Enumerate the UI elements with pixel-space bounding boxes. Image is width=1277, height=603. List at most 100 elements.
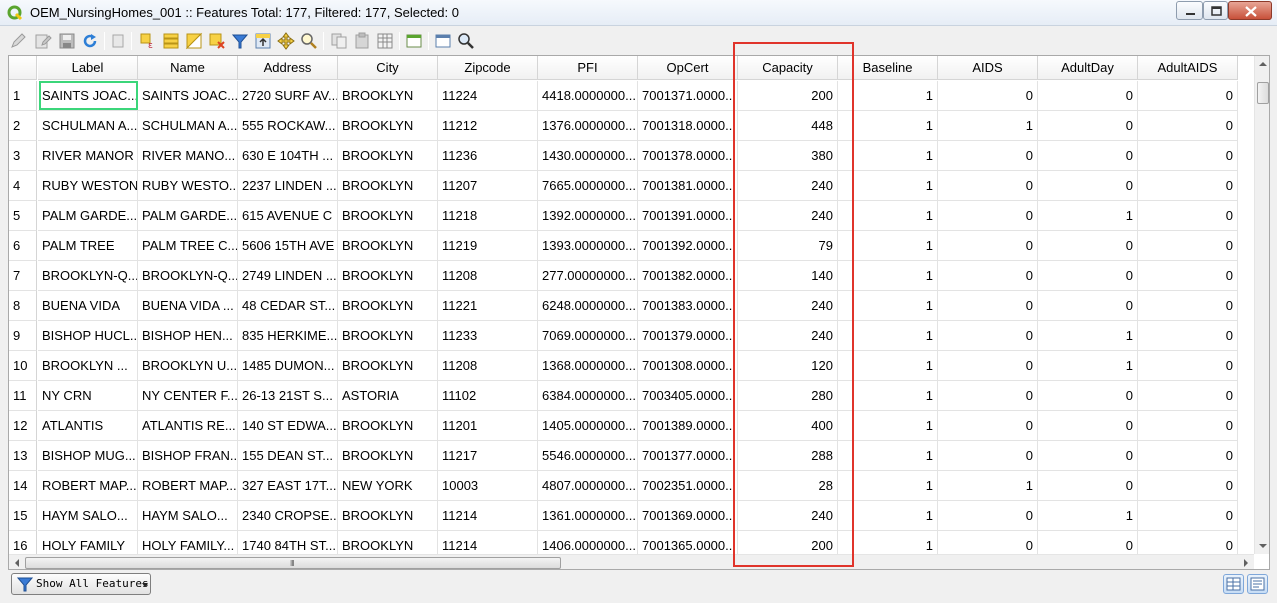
table-cell-adultday[interactable]: 0	[1038, 231, 1138, 261]
table-cell-label[interactable]: SAINTS JOAC...	[38, 81, 138, 111]
show-all-features-button[interactable]: Show All Features	[11, 573, 151, 595]
table-cell-adultaids[interactable]: 0	[1138, 81, 1238, 111]
table-cell-city[interactable]: BROOKLYN	[338, 111, 438, 141]
row-header[interactable]: 12	[9, 411, 37, 441]
table-cell-adultaids[interactable]: 0	[1138, 291, 1238, 321]
table-cell-pfi[interactable]: 1376.0000000...	[538, 111, 638, 141]
table-cell-city[interactable]: BROOKLYN	[338, 141, 438, 171]
table-cell-label[interactable]: PALM TREE	[38, 231, 138, 261]
column-header-aids[interactable]: AIDS	[938, 56, 1038, 80]
table-cell-adultaids[interactable]: 0	[1138, 441, 1238, 471]
table-cell-zipcode[interactable]: 11219	[438, 231, 538, 261]
table-cell-capacity[interactable]: 240	[738, 291, 838, 321]
table-cell-zipcode[interactable]: 11218	[438, 201, 538, 231]
table-cell-zipcode[interactable]: 10003	[438, 471, 538, 501]
table-cell-opcert[interactable]: 7001318.0000...	[638, 111, 738, 141]
table-cell-aids[interactable]: 0	[938, 441, 1038, 471]
table-cell-baseline[interactable]: 1	[838, 261, 938, 291]
table-cell-address[interactable]: 555 ROCKAW...	[238, 111, 338, 141]
zoom-to-selection-icon[interactable]	[300, 32, 318, 50]
table-cell-capacity[interactable]: 400	[738, 411, 838, 441]
toggle-edit-icon[interactable]	[9, 32, 27, 50]
table-cell-aids[interactable]: 0	[938, 501, 1038, 531]
scroll-right-arrow-icon[interactable]	[1238, 555, 1254, 570]
table-cell-baseline[interactable]: 1	[838, 201, 938, 231]
table-cell-address[interactable]: 155 DEAN ST...	[238, 441, 338, 471]
column-header-zipcode[interactable]: Zipcode	[438, 56, 538, 80]
table-cell-pfi[interactable]: 277.00000000...	[538, 261, 638, 291]
row-header[interactable]: 10	[9, 351, 37, 381]
table-cell-adultday[interactable]: 1	[1038, 351, 1138, 381]
table-cell-aids[interactable]: 0	[938, 321, 1038, 351]
scroll-left-arrow-icon[interactable]	[9, 555, 25, 570]
deselect-all-icon[interactable]	[208, 32, 226, 50]
table-cell-name[interactable]: SAINTS JOAC...	[138, 81, 238, 111]
table-cell-pfi[interactable]: 1361.0000000...	[538, 501, 638, 531]
filter-select-icon[interactable]	[231, 32, 249, 50]
maximize-button[interactable]	[1203, 1, 1228, 20]
add-feature-icon[interactable]	[110, 32, 128, 50]
table-cell-opcert[interactable]: 7003405.0000...	[638, 381, 738, 411]
table-cell-adultaids[interactable]: 0	[1138, 231, 1238, 261]
table-cell-pfi[interactable]: 4807.0000000...	[538, 471, 638, 501]
table-cell-capacity[interactable]: 240	[738, 171, 838, 201]
vertical-scroll-thumb[interactable]	[1257, 82, 1269, 104]
table-cell-adultaids[interactable]: 0	[1138, 381, 1238, 411]
column-header-baseline[interactable]: Baseline	[838, 56, 938, 80]
table-cell-label[interactable]: ROBERT MAP...	[38, 471, 138, 501]
table-cell-aids[interactable]: 0	[938, 351, 1038, 381]
paste-features-icon[interactable]	[353, 32, 371, 50]
table-cell-opcert[interactable]: 7001377.0000...	[638, 441, 738, 471]
reload-icon[interactable]	[81, 32, 99, 50]
table-cell-label[interactable]: HAYM SALO...	[38, 501, 138, 531]
table-cell-baseline[interactable]: 1	[838, 381, 938, 411]
table-cell-aids[interactable]: 1	[938, 111, 1038, 141]
table-cell-zipcode[interactable]: 11102	[438, 381, 538, 411]
table-corner-button[interactable]	[9, 56, 37, 80]
table-cell-capacity[interactable]: 280	[738, 381, 838, 411]
table-cell-pfi[interactable]: 1430.0000000...	[538, 141, 638, 171]
title-bar[interactable]: OEM_NursingHomes_001 :: Features Total: …	[0, 0, 1277, 26]
row-header[interactable]: 15	[9, 501, 37, 531]
scroll-down-arrow-icon[interactable]	[1255, 538, 1270, 554]
table-cell-city[interactable]: BROOKLYN	[338, 501, 438, 531]
table-cell-zipcode[interactable]: 11208	[438, 351, 538, 381]
table-cell-label[interactable]: RUBY WESTON	[38, 171, 138, 201]
table-cell-adultaids[interactable]: 0	[1138, 501, 1238, 531]
zoom-map-icon[interactable]	[457, 32, 475, 50]
table-cell-zipcode[interactable]: 11208	[438, 261, 538, 291]
table-cell-adultday[interactable]: 0	[1038, 171, 1138, 201]
table-cell-pfi[interactable]: 1393.0000000...	[538, 231, 638, 261]
table-cell-capacity[interactable]: 240	[738, 321, 838, 351]
table-cell-capacity[interactable]: 240	[738, 501, 838, 531]
row-header[interactable]: 11	[9, 381, 37, 411]
table-cell-baseline[interactable]: 1	[838, 141, 938, 171]
table-cell-address[interactable]: 2340 CROPSE...	[238, 501, 338, 531]
table-cell-name[interactable]: BROOKLYN-Q...	[138, 261, 238, 291]
table-cell-pfi[interactable]: 1368.0000000...	[538, 351, 638, 381]
column-header-pfi[interactable]: PFI	[538, 56, 638, 80]
table-cell-zipcode[interactable]: 11214	[438, 501, 538, 531]
table-cell-zipcode[interactable]: 11212	[438, 111, 538, 141]
table-cell-capacity[interactable]: 380	[738, 141, 838, 171]
table-cell-aids[interactable]: 0	[938, 261, 1038, 291]
table-cell-zipcode[interactable]: 11207	[438, 171, 538, 201]
table-cell-capacity[interactable]: 448	[738, 111, 838, 141]
table-cell-name[interactable]: PALM GARDE...	[138, 201, 238, 231]
table-cell-aids[interactable]: 1	[938, 471, 1038, 501]
move-selection-top-icon[interactable]	[254, 32, 272, 50]
table-cell-pfi[interactable]: 6384.0000000...	[538, 381, 638, 411]
table-cell-address[interactable]: 835 HERKIME...	[238, 321, 338, 351]
delete-field-icon[interactable]	[376, 32, 394, 50]
table-cell-opcert[interactable]: 7001308.0000...	[638, 351, 738, 381]
table-cell-aids[interactable]: 0	[938, 201, 1038, 231]
table-cell-adultday[interactable]: 0	[1038, 381, 1138, 411]
column-header-capacity[interactable]: Capacity	[738, 56, 838, 80]
table-cell-pfi[interactable]: 6248.0000000...	[538, 291, 638, 321]
horizontal-scrollbar[interactable]: III	[9, 554, 1254, 570]
table-cell-adultaids[interactable]: 0	[1138, 351, 1238, 381]
table-cell-capacity[interactable]: 200	[738, 81, 838, 111]
table-cell-pfi[interactable]: 1392.0000000...	[538, 201, 638, 231]
table-cell-aids[interactable]: 0	[938, 381, 1038, 411]
table-cell-city[interactable]: BROOKLYN	[338, 351, 438, 381]
